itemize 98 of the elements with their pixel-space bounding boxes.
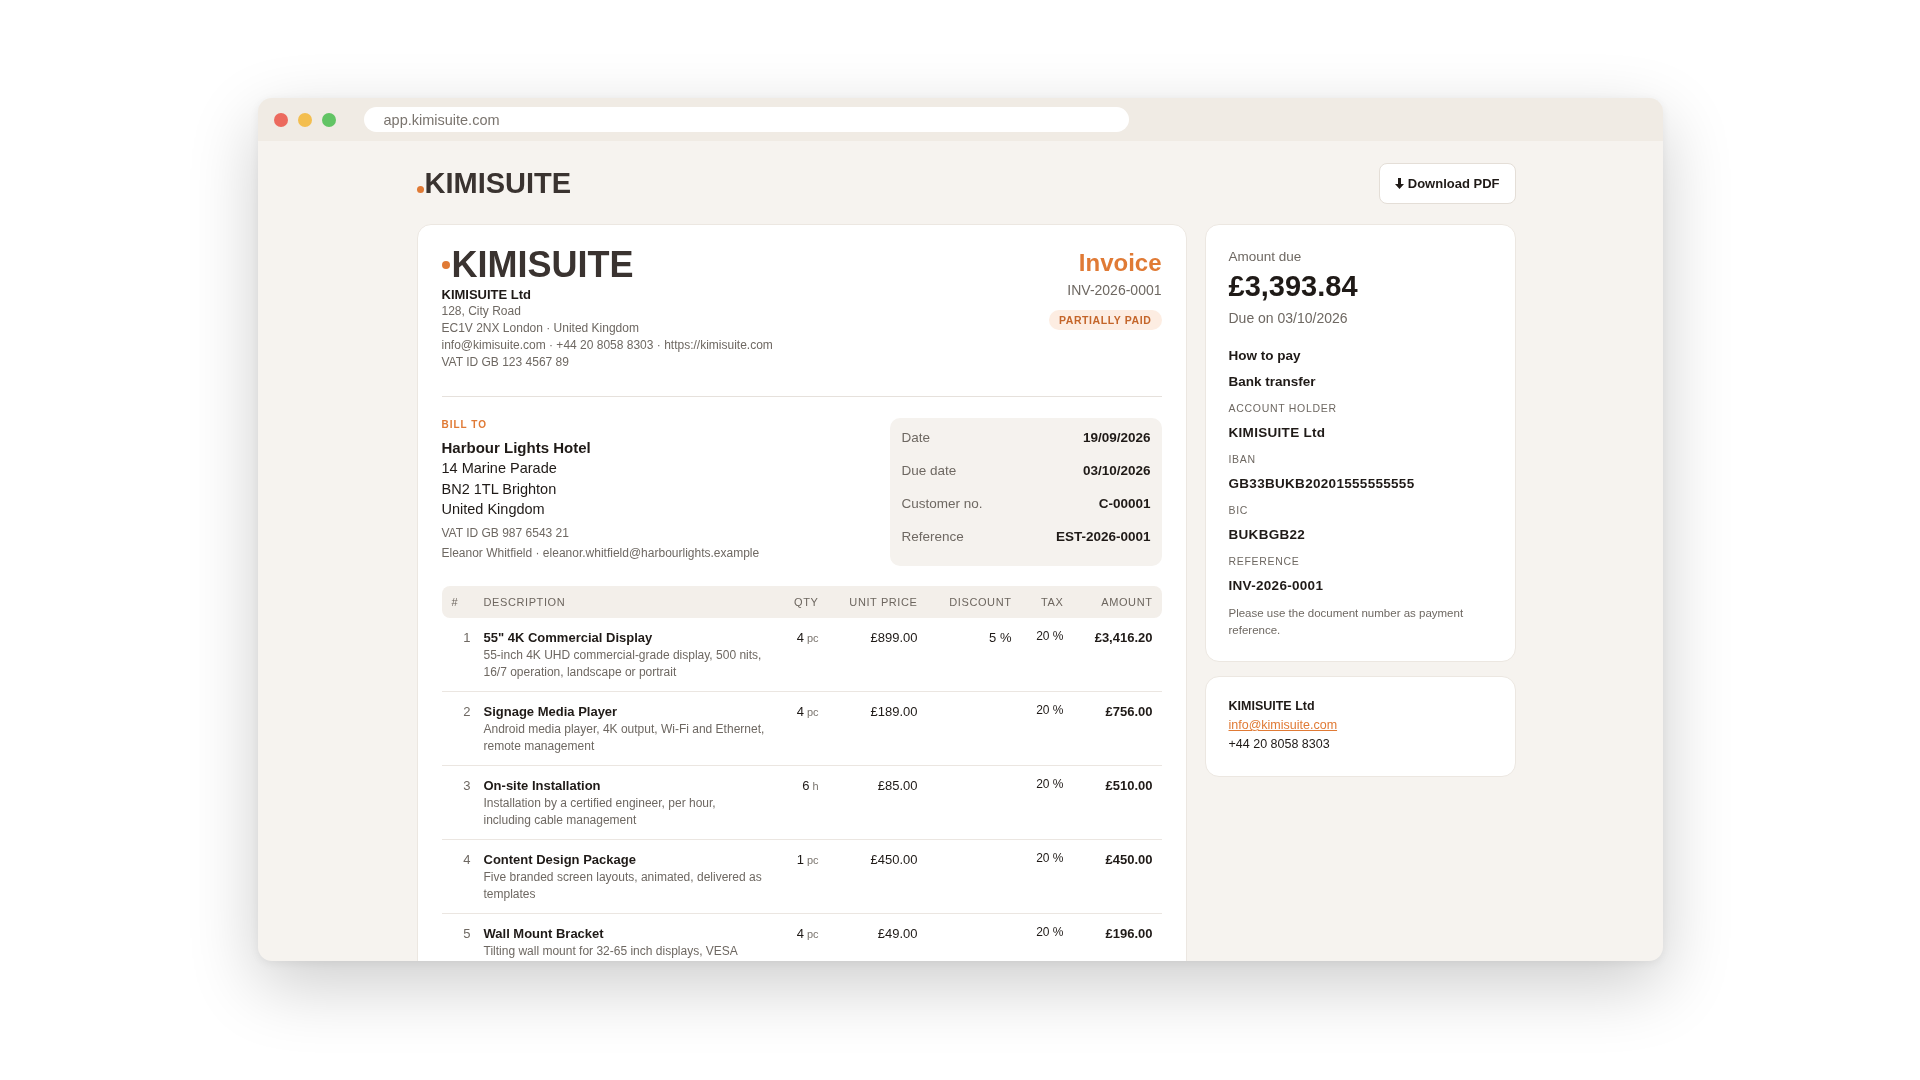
status-badge: PARTIALLY PAID [1048,310,1162,330]
field-value: KIMISUITE Ltd [1228,424,1327,442]
line-amount: £756.00 [1104,703,1153,721]
field-label: BIC [1228,503,1250,518]
logo-wordmark: KIMISUITE [451,247,634,283]
amount-due-label: Amount due [1228,248,1303,265]
company-detail: 128, City Road [441,303,522,320]
line-amount: £510.00 [1104,777,1153,795]
tax-rate: 20 % [1035,851,1064,866]
field-value: BUKBGB22 [1228,526,1307,544]
detail-label: Date [901,430,931,445]
quantity: 1 [796,851,804,869]
maximize-icon[interactable] [321,112,336,127]
discount: 5 % [988,629,1012,647]
row-number: 5 [462,925,472,943]
unit-price: £85.00 [876,777,918,795]
logo-wordmark: KIMISUITE [424,169,572,198]
unit-price: £49.00 [876,925,918,943]
field-label: ACCOUNT HOLDER [1228,401,1338,416]
payment-method: Bank transfer [1228,373,1317,391]
detail-label: Reference [901,529,964,544]
row-number: 2 [462,703,472,721]
detail-value: 19/09/2026 [1082,430,1151,445]
column-header: TAX [1040,596,1064,608]
customer-contact: Eleanor Whitfield · eleanor.whitfield@harbourlights.example [441,544,760,562]
field-label: REFERENCE [1228,554,1301,569]
item-title: On-site Installation [483,777,602,795]
field-value: INV-2026-0001 [1228,577,1325,595]
section-heading: How to pay [1228,347,1302,365]
column-header: QTY [793,596,819,608]
tax-rate: 20 % [1035,925,1064,940]
amount-due: £3,393.84 [1228,269,1359,303]
item-title: 55" 4K Commercial Display [483,629,654,647]
quantity: 4 [796,925,804,943]
customer-name: Harbour Lights Hotel [441,438,592,458]
company-detail: info@kimisuite.com · +44 20 8058 8303 · https://kimisuite.com [441,337,773,354]
company-name: KIMISUITE Ltd [441,286,533,303]
number-column-header: # [450,596,460,608]
minimize-icon[interactable] [297,112,312,127]
item-title: Content Design Package [483,851,637,869]
column-header: UNIT PRICE [848,596,918,608]
due-date: Due on 03/10/2026 [1228,309,1349,327]
address-field[interactable]: app.kimisuite.com [363,107,1129,132]
line-amount: £450.00 [1104,851,1153,869]
unit-label: h [812,779,819,794]
line-amount: £3,416.20 [1093,629,1153,647]
phone-number: +44 20 8058 8303 [1228,736,1331,753]
row-number: 4 [462,851,472,869]
item-description: Installation by a certified engineer, per hour, including cable management [483,795,717,829]
unit-label: pc [806,631,819,646]
payment-note: Please use the document number as payment reference. [1228,606,1465,638]
tax-rate: 20 % [1035,629,1064,644]
item-description: Five branded screen layouts, animated, delivered as templates [483,869,763,903]
quantity: 4 [796,629,804,647]
row-number: 1 [462,629,472,647]
column-header: DISCOUNT [948,596,1012,608]
unit-label: pc [806,927,819,942]
address-line: United Kingdom [441,500,546,519]
column-header: DESCRIPTION [483,596,567,608]
unit-label: pc [806,705,819,720]
item-title: Signage Media Player [483,703,619,721]
logo-dot-icon [441,261,450,269]
detail-value: EST-2026-0001 [1055,529,1151,544]
company-detail: VAT ID GB 123 4567 89 [441,354,570,371]
customer-vat: VAT ID GB 987 6543 21 [441,524,570,542]
download-pdf-button[interactable]: Download PDF [1378,163,1516,204]
quantity: 6 [802,777,810,795]
tax-rate: 20 % [1035,703,1064,718]
field-label: IBAN [1228,452,1257,467]
email-link[interactable]: info@kimisuite.com [1228,716,1338,735]
document-title: Invoice [1078,248,1162,278]
section-label: BILL TO [441,418,489,432]
detail-value: 03/10/2026 [1082,463,1151,478]
detail-value: C-00001 [1098,496,1151,511]
item-description: Android media player, 4K output, Wi-Fi and Ethernet, remote management [483,721,766,755]
item-description: Tilting wall mount for 32-65 inch displays, VESA [483,943,739,960]
line-amount: £196.00 [1104,925,1153,943]
quantity: 4 [796,703,804,721]
contact-name: KIMISUITE Ltd [1228,698,1316,715]
detail-label: Customer no. [901,496,983,511]
column-header: AMOUNT [1100,596,1153,608]
arrow-down-icon [1394,178,1404,189]
field-value: GB33BUKB20201555555555 [1228,475,1416,493]
row-number: 3 [462,777,472,795]
detail-label: Due date [901,463,957,478]
item-title: Wall Mount Bracket [483,925,605,943]
unit-price: £189.00 [869,703,918,721]
unit-price: £450.00 [869,851,918,869]
unit-label: pc [806,853,819,868]
item-description: 55-inch 4K UHD commercial-grade display, 500 nits, 16/7 operation, landscape or portrait [483,647,763,681]
tax-rate: 20 % [1035,777,1064,792]
logo-dot-icon [416,186,424,193]
unit-price: £899.00 [869,629,918,647]
company-detail: EC1V 2NX London · United Kingdom [441,320,640,337]
invoice-number: INV-2026-0001 [1067,281,1162,300]
address-line: BN2 1TL Brighton [441,479,558,499]
address-line: 14 Marine Parade [441,459,558,478]
close-icon[interactable] [273,112,288,127]
